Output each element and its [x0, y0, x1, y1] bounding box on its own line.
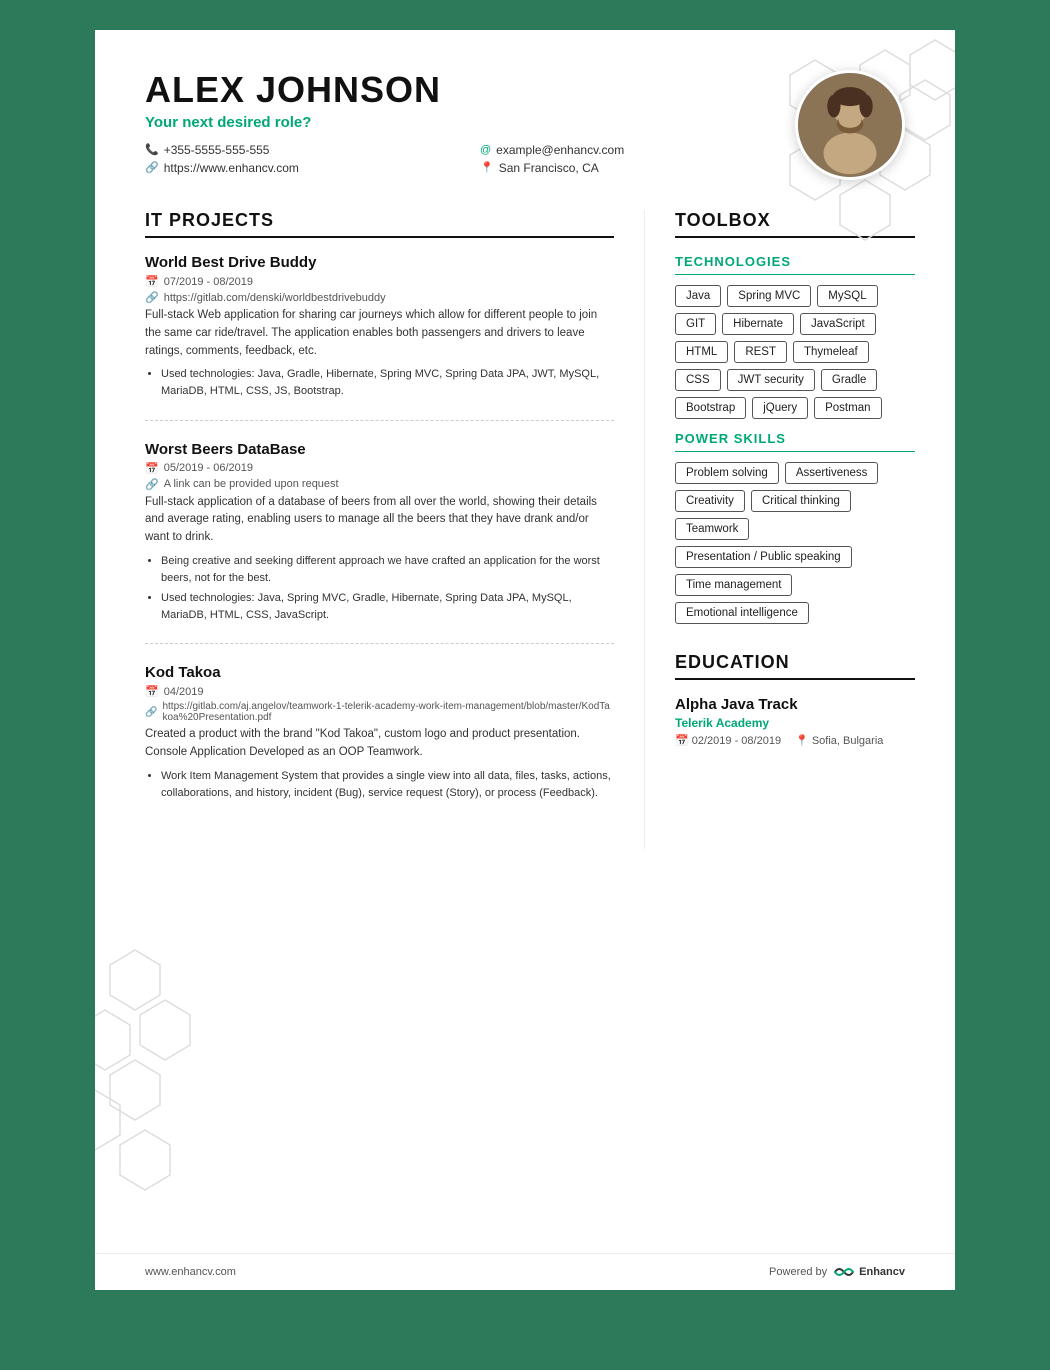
project-2-link: 🔗 A link can be provided upon request: [145, 478, 614, 491]
header-left: ALEX JOHNSON Your next desired role? 📞 +…: [145, 70, 795, 175]
power-skills-subtitle: POWER SKILLS: [675, 431, 915, 452]
phone-icon: 📞: [145, 143, 159, 156]
power-skills-tags: Problem solving Assertiveness Creativity…: [675, 462, 915, 624]
footer: www.enhancv.com Powered by Enhancv: [95, 1253, 955, 1290]
tag-jquery: jQuery: [752, 397, 808, 419]
education-section: EDUCATION Alpha Java Track Telerik Acade…: [675, 652, 915, 747]
tag-hibernate: Hibernate: [722, 313, 794, 335]
project-1-link: 🔗 https://gitlab.com/denski/worldbestdri…: [145, 291, 614, 304]
candidate-role: Your next desired role?: [145, 114, 795, 131]
project-1-title: World Best Drive Buddy: [145, 254, 614, 271]
project-2-bullets: Being creative and seeking different app…: [145, 553, 614, 624]
tag-java: Java: [675, 285, 721, 307]
footer-url: www.enhancv.com: [145, 1266, 236, 1278]
tag-thymeleaf: Thymeleaf: [793, 341, 869, 363]
location-text: San Francisco, CA: [499, 161, 599, 175]
project-2-desc: Full-stack application of a database of …: [145, 494, 614, 547]
calendar-icon: 📅: [145, 275, 159, 288]
tag-css: CSS: [675, 369, 721, 391]
tag-problem-solving: Problem solving: [675, 462, 779, 484]
enhancv-icon: [833, 1264, 855, 1280]
tag-time-management: Time management: [675, 574, 792, 596]
location-contact: 📍 San Francisco, CA: [480, 161, 795, 175]
enhancv-logo: Enhancv: [833, 1264, 905, 1280]
right-column: TOOLBOX TECHNOLOGIES Java Spring MVC MyS…: [645, 210, 955, 849]
project-3-bullets: Work Item Management System that provide…: [145, 768, 614, 802]
phone-contact: 📞 +355-5555-555-555: [145, 143, 460, 157]
resume-page: ALEX JOHNSON Your next desired role? 📞 +…: [95, 30, 955, 1290]
edu-dates: 📅 02/2019 - 08/2019: [675, 734, 781, 747]
tag-creativity: Creativity: [675, 490, 745, 512]
left-column: IT PROJECTS World Best Drive Buddy 📅 07/…: [95, 210, 645, 849]
edu-degree: Alpha Java Track: [675, 696, 915, 713]
tag-critical-thinking: Critical thinking: [751, 490, 851, 512]
footer-brand: Powered by Enhancv: [769, 1264, 905, 1280]
education-title: EDUCATION: [675, 652, 915, 680]
link-icon-4: 🔗: [145, 707, 157, 718]
project-3-desc: Created a product with the brand "Kod Ta…: [145, 726, 614, 762]
project-2-bullet-1: Being creative and seeking different app…: [161, 553, 614, 587]
edu-institution: Telerik Academy: [675, 716, 915, 730]
tag-emotional-intelligence: Emotional intelligence: [675, 602, 809, 624]
contact-grid: 📞 +355-5555-555-555 @ example@enhancv.co…: [145, 143, 795, 175]
tag-html: HTML: [675, 341, 728, 363]
tag-mysql: MySQL: [817, 285, 877, 307]
project-2-bullet-2: Used technologies: Java, Spring MVC, Gra…: [161, 590, 614, 624]
project-2-dates: 📅 05/2019 - 06/2019: [145, 462, 614, 475]
phone-number: +355-5555-555-555: [164, 143, 270, 157]
header: ALEX JOHNSON Your next desired role? 📞 +…: [95, 30, 955, 200]
technologies-tags: Java Spring MVC MySQL GIT Hibernate Java…: [675, 285, 915, 419]
tag-gradle: Gradle: [821, 369, 878, 391]
email-address: example@enhancv.com: [496, 143, 624, 157]
toolbox-section: TOOLBOX TECHNOLOGIES Java Spring MVC MyS…: [675, 210, 915, 624]
calendar-icon-2: 📅: [145, 462, 159, 475]
project-2: Worst Beers DataBase 📅 05/2019 - 06/2019…: [145, 441, 614, 645]
project-2-title: Worst Beers DataBase: [145, 441, 614, 458]
calendar-icon-3: 📅: [145, 685, 159, 698]
website-url: https://www.enhancv.com: [164, 161, 299, 175]
avatar: [795, 70, 905, 180]
tag-git: GIT: [675, 313, 716, 335]
calendar-icon-edu: 📅: [675, 735, 689, 747]
location-icon: 📍: [480, 161, 494, 174]
main-content: IT PROJECTS World Best Drive Buddy 📅 07/…: [95, 200, 955, 889]
brand-name: Enhancv: [859, 1266, 905, 1278]
project-1-bullet-1: Used technologies: Java, Gradle, Hiberna…: [161, 366, 614, 400]
it-projects-section: IT PROJECTS World Best Drive Buddy 📅 07/…: [145, 210, 614, 821]
tag-assertiveness: Assertiveness: [785, 462, 879, 484]
tag-rest: REST: [734, 341, 787, 363]
project-3-dates: 📅 04/2019: [145, 685, 614, 698]
link-icon: 🔗: [145, 161, 159, 174]
project-3-link: 🔗 https://gitlab.com/aj.angelov/teamwork…: [145, 701, 614, 723]
hex-decoration-bottom-left: [95, 940, 215, 1240]
powered-by-text: Powered by: [769, 1266, 827, 1278]
tag-jwt: JWT security: [727, 369, 815, 391]
project-1-bullets: Used technologies: Java, Gradle, Hiberna…: [145, 366, 614, 400]
candidate-name: ALEX JOHNSON: [145, 70, 795, 110]
email-contact: @ example@enhancv.com: [480, 143, 795, 157]
tag-teamwork: Teamwork: [675, 518, 749, 540]
tag-javascript: JavaScript: [800, 313, 876, 335]
project-3-bullet-1: Work Item Management System that provide…: [161, 768, 614, 802]
project-1-desc: Full-stack Web application for sharing c…: [145, 307, 614, 360]
project-1: World Best Drive Buddy 📅 07/2019 - 08/20…: [145, 254, 614, 421]
location-icon-edu: 📍: [795, 735, 809, 747]
project-1-dates: 📅 07/2019 - 08/2019: [145, 275, 614, 288]
avatar-image: [798, 70, 902, 180]
tag-spring-mvc: Spring MVC: [727, 285, 811, 307]
tag-postman: Postman: [814, 397, 881, 419]
website-contact: 🔗 https://www.enhancv.com: [145, 161, 460, 175]
edu-location: 📍 Sofia, Bulgaria: [795, 734, 883, 747]
email-icon: @: [480, 144, 491, 156]
project-3-title: Kod Takoa: [145, 664, 614, 681]
project-3: Kod Takoa 📅 04/2019 🔗 https://gitlab.com…: [145, 664, 614, 821]
tag-presentation: Presentation / Public speaking: [675, 546, 852, 568]
link-icon-2: 🔗: [145, 291, 159, 304]
edu-meta: 📅 02/2019 - 08/2019 📍 Sofia, Bulgaria: [675, 734, 915, 747]
it-projects-title: IT PROJECTS: [145, 210, 614, 238]
link-icon-3: 🔗: [145, 478, 159, 491]
tag-bootstrap: Bootstrap: [675, 397, 746, 419]
